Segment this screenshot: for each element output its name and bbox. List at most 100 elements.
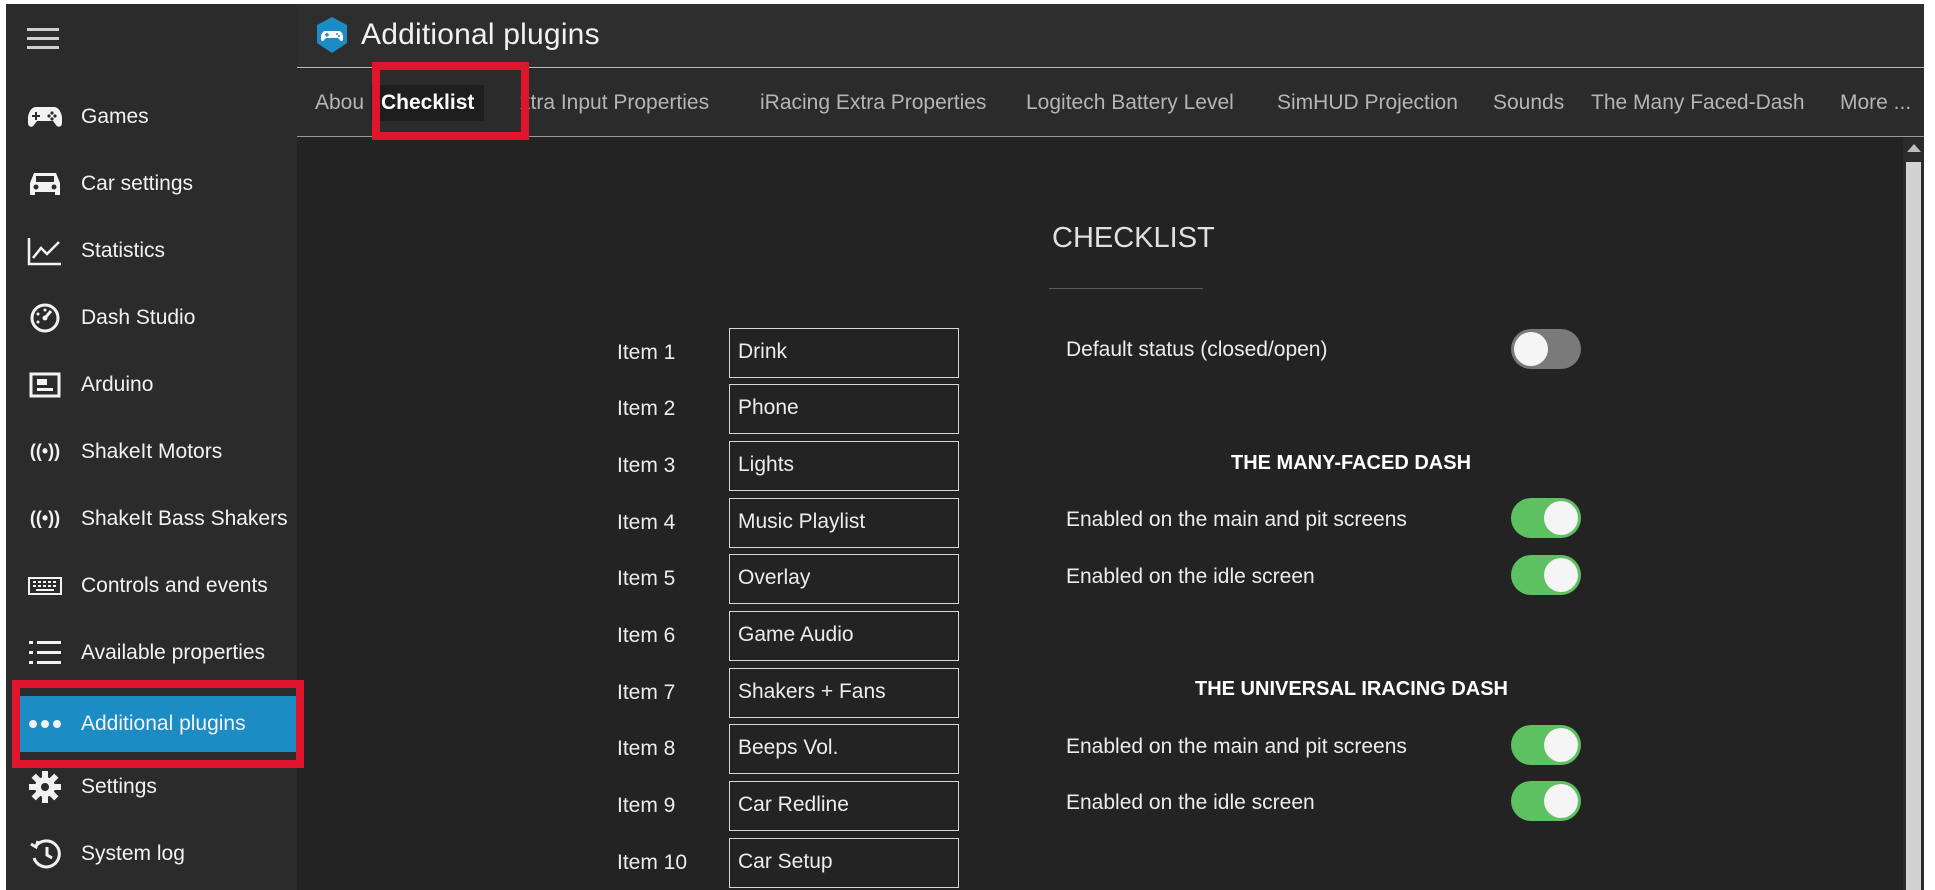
universal-idle-label: Enabled on the idle screen: [1066, 791, 1315, 814]
list-icon: [25, 633, 65, 673]
checklist-item-row: Item 8 Beeps Vol.: [297, 724, 959, 774]
sidebar-item-label: System log: [81, 841, 185, 865]
tab-many-faced-dash[interactable]: The Many Faced-Dash: [1591, 91, 1805, 115]
sidebar-item-settings[interactable]: Settings: [6, 753, 297, 820]
keyboard-icon: [25, 566, 65, 606]
sidebar-item-label: Additional plugins: [81, 712, 246, 735]
tab-about[interactable]: Abou: [315, 91, 364, 115]
many-faced-dash-heading: THE MANY-FACED DASH: [1231, 452, 1472, 474]
checklist-item-row: Item 6 Game Audio: [297, 611, 959, 661]
tab-extra-input-properties[interactable]: xtra Input Properties: [520, 91, 709, 115]
sidebar-item-label: ShakeIt Bass Shakers: [81, 506, 288, 530]
default-status-label: Default status (closed/open): [1066, 338, 1328, 361]
tab-simhud-projection[interactable]: SimHUD Projection: [1277, 91, 1458, 115]
tab-logitech-battery-level[interactable]: Logitech Battery Level: [1026, 91, 1234, 115]
item-10-input[interactable]: Car Setup: [729, 838, 959, 888]
sidebar-item-label: Games: [81, 104, 149, 128]
app-window: Games Car settings Statistics Dash Studi…: [6, 4, 1924, 890]
checklist-item-row: Item 10 Car Setup: [297, 838, 959, 888]
sidebar-item-label: ShakeIt Motors: [81, 439, 223, 463]
tab-sounds[interactable]: Sounds: [1493, 91, 1564, 115]
chart-icon: [25, 231, 65, 271]
gamepad-logo-icon: [317, 17, 347, 53]
item-label: Item 5: [617, 567, 676, 590]
page-title: Additional plugins: [361, 18, 600, 51]
sidebar-item-label: Dash Studio: [81, 305, 196, 329]
title-divider: [1049, 288, 1203, 289]
scroll-thumb[interactable]: [1906, 162, 1921, 890]
checklist-item-row: Item 3 Lights: [297, 441, 959, 491]
sidebar-item-label: Settings: [81, 774, 157, 798]
sidebar-item-shakeit-bass-shakers[interactable]: ((•)) ShakeIt Bass Shakers: [6, 485, 297, 552]
item-2-input[interactable]: Phone: [729, 384, 959, 434]
many-faced-idle-label: Enabled on the idle screen: [1066, 565, 1315, 588]
many-faced-main-pit-toggle[interactable]: [1511, 498, 1581, 538]
sidebar-item-label: Arduino: [81, 372, 154, 396]
item-8-input[interactable]: Beeps Vol.: [729, 724, 959, 774]
car-icon: [25, 164, 65, 204]
section-title: CHECKLIST: [1052, 222, 1215, 254]
item-label: Item 4: [617, 511, 676, 534]
item-3-input[interactable]: Lights: [729, 441, 959, 491]
sidebar-item-dash-studio[interactable]: Dash Studio: [6, 284, 297, 351]
item-label: Item 10: [617, 851, 688, 874]
sidebar-item-additional-plugins[interactable]: Additional plugins: [16, 696, 296, 752]
gear-icon: [25, 767, 65, 807]
header-bar: Additional plugins: [297, 4, 1924, 68]
universal-main-pit-label: Enabled on the main and pit screens: [1066, 735, 1407, 758]
plugin-tabs: Abou Checklist xtra Input Properties iRa…: [297, 69, 1924, 137]
sidebar-item-statistics[interactable]: Statistics: [6, 217, 297, 284]
sidebar-item-label: Available properties: [81, 640, 266, 664]
sidebar-item-label: Controls and events: [81, 573, 268, 597]
arduino-icon: [25, 365, 65, 405]
item-label: Item 7: [617, 681, 676, 704]
item-label: Item 2: [617, 397, 676, 420]
item-label: Item 9: [617, 794, 676, 817]
universal-idle-toggle[interactable]: [1511, 781, 1581, 821]
tab-more[interactable]: More ...: [1840, 91, 1911, 115]
item-9-input[interactable]: Car Redline: [729, 781, 959, 831]
vibration-icon: ((•)): [29, 508, 61, 528]
sidebar-item-label: Car settings: [81, 171, 194, 195]
sidebar-item-system-log[interactable]: System log: [6, 820, 297, 887]
item-label: Item 6: [617, 624, 676, 647]
gauge-icon: [25, 298, 65, 338]
vibration-icon: ((•)): [29, 441, 61, 461]
sidebar-item-car-settings[interactable]: Car settings: [6, 150, 297, 217]
sidebar: Games Car settings Statistics Dash Studi…: [6, 4, 297, 890]
hamburger-menu-icon[interactable]: [27, 28, 59, 50]
gamepad-icon: [25, 97, 65, 137]
scroll-up-arrow-icon[interactable]: [1907, 144, 1921, 152]
checklist-item-row: Item 5 Overlay: [297, 554, 959, 604]
item-label: Item 3: [617, 454, 676, 477]
universal-main-pit-toggle[interactable]: [1511, 725, 1581, 765]
item-6-input[interactable]: Game Audio: [729, 611, 959, 661]
sidebar-item-games[interactable]: Games: [6, 83, 297, 150]
many-faced-idle-toggle[interactable]: [1511, 555, 1581, 595]
sidebar-item-available-properties[interactable]: Available properties: [6, 619, 297, 686]
sidebar-item-arduino[interactable]: Arduino: [6, 351, 297, 418]
universal-iracing-dash-heading: THE UNIVERSAL IRACING DASH: [1195, 678, 1508, 700]
item-5-input[interactable]: Overlay: [729, 554, 959, 604]
checklist-item-row: Item 4 Music Playlist: [297, 498, 959, 548]
item-1-input[interactable]: Drink: [729, 328, 959, 378]
many-faced-main-pit-label: Enabled on the main and pit screens: [1066, 508, 1407, 531]
checklist-item-row: Item 1 Drink: [297, 328, 959, 378]
tab-checklist[interactable]: Checklist: [371, 85, 485, 121]
checklist-panel: CHECKLIST Item 1 Drink Item 2 Phone Item…: [297, 138, 1903, 890]
sidebar-item-shakeit-motors[interactable]: ((•)) ShakeIt Motors: [6, 418, 297, 485]
checklist-item-row: Item 7 Shakers + Fans: [297, 668, 959, 718]
item-4-input[interactable]: Music Playlist: [729, 498, 959, 548]
item-7-input[interactable]: Shakers + Fans: [729, 668, 959, 718]
sidebar-item-label: Statistics: [81, 238, 166, 262]
checklist-item-row: Item 9 Car Redline: [297, 781, 959, 831]
checklist-item-row: Item 2 Phone: [297, 384, 959, 434]
dots-icon: [25, 704, 65, 744]
item-label: Item 8: [617, 737, 676, 760]
item-label: Item 1: [617, 341, 676, 364]
default-status-toggle[interactable]: [1511, 329, 1581, 369]
tab-iracing-extra-properties[interactable]: iRacing Extra Properties: [760, 91, 986, 115]
vertical-scrollbar[interactable]: [1903, 138, 1924, 890]
sidebar-item-controls-and-events[interactable]: Controls and events: [6, 552, 297, 619]
history-icon: [25, 834, 65, 874]
